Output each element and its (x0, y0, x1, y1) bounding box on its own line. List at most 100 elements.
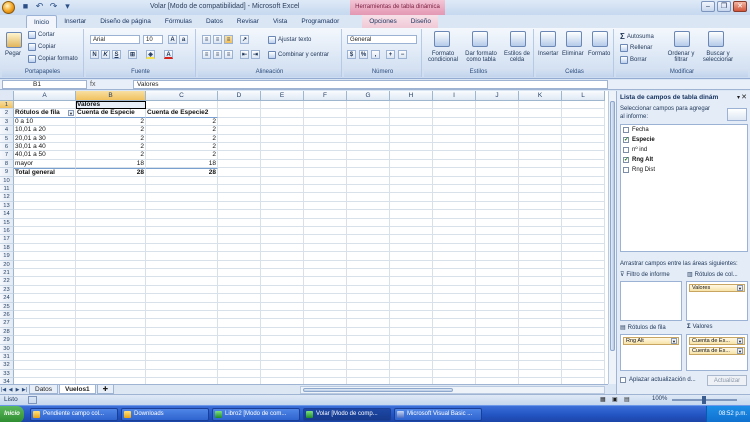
defer-checkbox[interactable] (620, 377, 626, 383)
zone-field-item[interactable]: Cuenta de Es... ▼ (689, 337, 745, 345)
cell-l30[interactable] (562, 344, 605, 353)
cell-c20[interactable] (146, 260, 218, 269)
cell-d31[interactable] (218, 353, 261, 362)
cell-g24[interactable] (347, 294, 390, 303)
cell-i6[interactable] (433, 143, 476, 152)
columns-zone[interactable]: Valores ▼ (686, 281, 748, 321)
cell-f1[interactable] (304, 101, 347, 110)
cell-i8[interactable] (433, 159, 476, 169)
cell-k18[interactable] (519, 243, 562, 253)
cell-j6[interactable] (476, 143, 519, 152)
cell-h8[interactable] (390, 159, 433, 169)
cell-b26[interactable] (76, 311, 146, 320)
cell-j31[interactable] (476, 353, 519, 362)
align-top-icon[interactable]: ≡ (202, 35, 211, 44)
cell-k26[interactable] (519, 311, 562, 320)
cell-j18[interactable] (476, 243, 519, 253)
zone-field-item[interactable]: Valores ▼ (689, 284, 745, 292)
row-labels-filter-dropdown-icon[interactable]: ▼ (68, 110, 74, 117)
clear-button[interactable]: Borrar (620, 56, 647, 64)
cell-k9[interactable] (519, 168, 562, 177)
cell-l20[interactable] (562, 260, 605, 269)
row-header[interactable]: 15 (0, 218, 14, 227)
wrap-text-button[interactable]: Ajustar texto (268, 36, 311, 44)
cell-h27[interactable] (390, 319, 433, 328)
copy-button[interactable]: Copiar (28, 43, 56, 51)
column-header-h[interactable]: H (390, 91, 433, 101)
cell-h25[interactable] (390, 302, 433, 311)
undo-icon[interactable]: ↶ (34, 1, 45, 12)
cell-d18[interactable] (218, 243, 261, 253)
cell-f8[interactable] (304, 159, 347, 169)
cell-f17[interactable] (304, 235, 347, 244)
cell-d23[interactable] (218, 285, 261, 295)
cell-d13[interactable] (218, 201, 261, 211)
cell-c3[interactable]: 2 (146, 117, 218, 127)
cell-g13[interactable] (347, 201, 390, 211)
cell-a10[interactable] (14, 176, 76, 185)
cell-f4[interactable] (304, 126, 347, 135)
cell-g11[interactable] (347, 185, 390, 194)
cell-g12[interactable] (347, 193, 390, 202)
cell-i5[interactable] (433, 134, 476, 143)
cell-e14[interactable] (261, 210, 304, 219)
cell-g14[interactable] (347, 210, 390, 219)
values-zone[interactable]: Cuenta de Es... ▼ Cuenta de Es... ▼ (686, 334, 748, 371)
cell-j1[interactable] (476, 101, 519, 110)
currency-icon[interactable]: $ (347, 50, 356, 59)
cell-l33[interactable] (562, 369, 605, 379)
cell-k7[interactable] (519, 151, 562, 160)
cell-j15[interactable] (476, 218, 519, 227)
cell-i7[interactable] (433, 151, 476, 160)
cell-i17[interactable] (433, 235, 476, 244)
cell-d28[interactable] (218, 327, 261, 337)
cell-a6[interactable]: 30,01 a 40 (14, 143, 76, 152)
cell-f3[interactable] (304, 117, 347, 127)
cell-d29[interactable] (218, 336, 261, 345)
cell-j26[interactable] (476, 311, 519, 320)
cell-g10[interactable] (347, 176, 390, 185)
cell-a2[interactable]: Rótulos de fila (14, 109, 76, 118)
cell-l12[interactable] (562, 193, 605, 202)
cell-h4[interactable] (390, 126, 433, 135)
align-middle-icon[interactable]: ≡ (213, 35, 222, 44)
row-header[interactable]: 7 (0, 151, 14, 160)
cell-a19[interactable] (14, 252, 76, 261)
zoom-level[interactable]: 100% (652, 396, 667, 402)
cell-e16[interactable] (261, 227, 304, 236)
borders-icon[interactable]: ⊞ (128, 50, 137, 59)
cell-l25[interactable] (562, 302, 605, 311)
cell-k14[interactable] (519, 210, 562, 219)
cell-c21[interactable] (146, 269, 218, 278)
column-header-a[interactable]: A (14, 91, 76, 101)
zone-item-dropdown-icon[interactable]: ▼ (671, 338, 677, 344)
cell-c15[interactable] (146, 218, 218, 227)
cell-i2[interactable] (433, 109, 476, 118)
cell-a25[interactable] (14, 302, 76, 311)
cell-i32[interactable] (433, 361, 476, 370)
cell-b23[interactable] (76, 285, 146, 295)
cell-a21[interactable] (14, 269, 76, 278)
page-break-view-icon[interactable]: ▤ (624, 396, 630, 403)
cell-f18[interactable] (304, 243, 347, 253)
cell-l24[interactable] (562, 294, 605, 303)
cell-h20[interactable] (390, 260, 433, 269)
cell-i1[interactable] (433, 101, 476, 110)
align-center-icon[interactable]: ≡ (213, 50, 222, 59)
cell-j4[interactable] (476, 126, 519, 135)
cell-h7[interactable] (390, 151, 433, 160)
cell-g16[interactable] (347, 227, 390, 236)
horizontal-scrollbar[interactable] (300, 386, 605, 394)
filter-zone[interactable] (620, 281, 682, 321)
cell-e2[interactable] (261, 109, 304, 118)
cell-g19[interactable] (347, 252, 390, 261)
cell-e23[interactable] (261, 285, 304, 295)
insert-cells-icon[interactable] (540, 31, 556, 47)
cell-g33[interactable] (347, 369, 390, 379)
cell-h3[interactable] (390, 117, 433, 127)
name-box[interactable]: B1 (2, 80, 87, 89)
cell-f23[interactable] (304, 285, 347, 295)
cell-e30[interactable] (261, 344, 304, 353)
cell-c27[interactable] (146, 319, 218, 328)
cell-l26[interactable] (562, 311, 605, 320)
